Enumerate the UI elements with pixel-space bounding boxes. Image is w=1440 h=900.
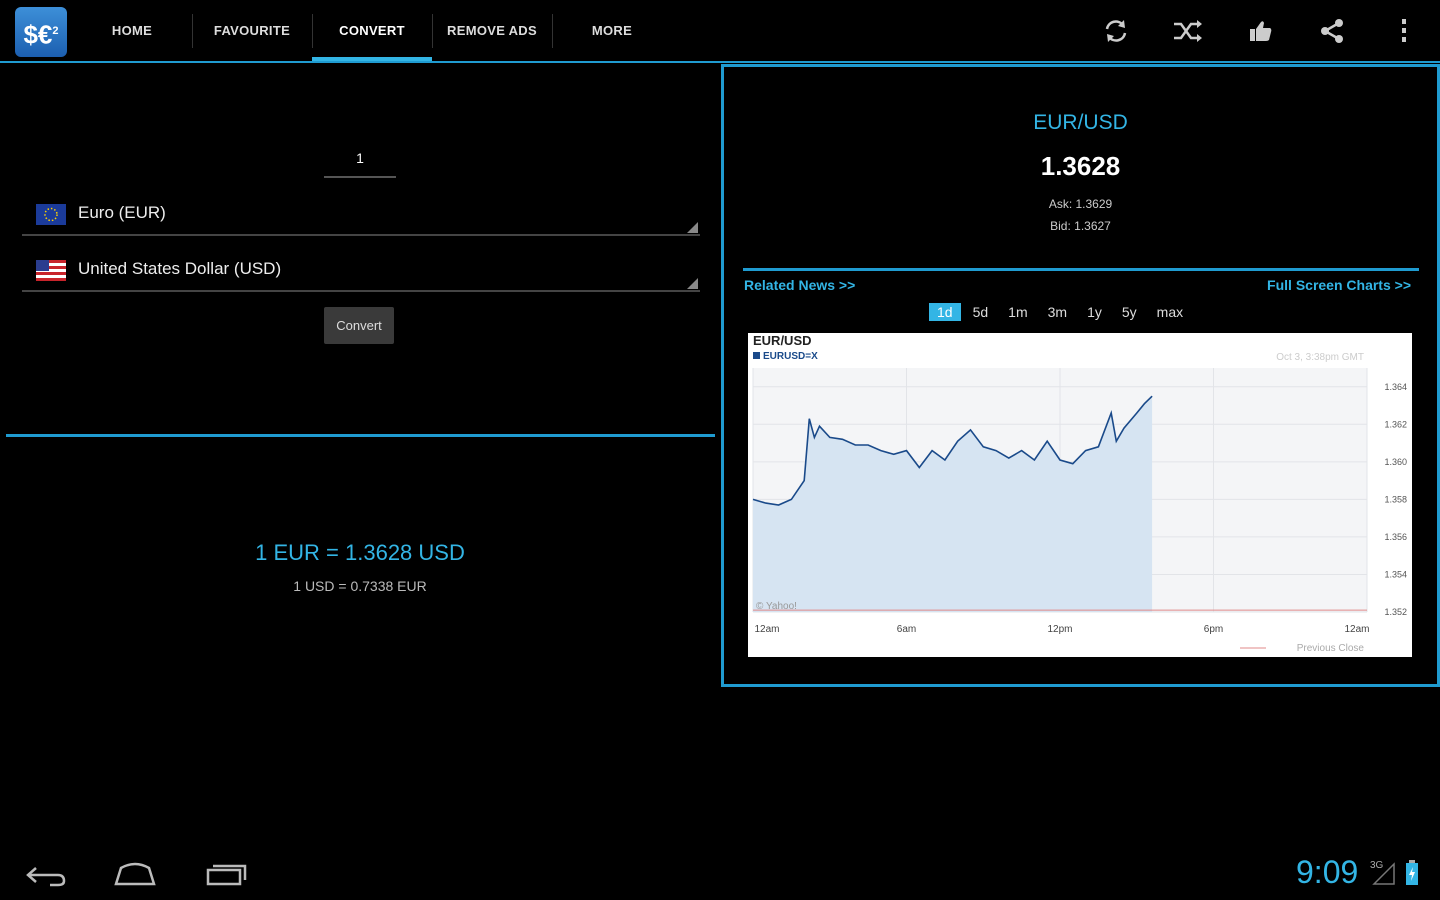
inverse-result: 1 USD = 0.7338 EUR [293,578,427,594]
from-currency-label: Euro (EUR) [78,203,166,222]
action-bar: $€2 HOME FAVOURITE CONVERT REMOVE ADS MO… [0,0,1440,62]
legend-swatch [753,352,760,359]
amount-input-underline [324,176,396,178]
x-axis-ticks: 12am 6am 12pm 6pm 12am [754,624,1369,635]
overflow-menu-icon[interactable] [1387,14,1421,48]
pair-rate: 1.3628 [1040,151,1121,181]
convert-button[interactable]: Convert [324,307,394,344]
signal-icon: 3G [1370,858,1398,889]
x-tick-label: 12pm [1047,624,1072,635]
shuffle-icon[interactable] [1171,14,1205,48]
pair-title: EUR/USD [1033,111,1128,134]
yahoo-watermark: © Yahoo! [756,601,797,612]
app-logo-sup: 2 [52,25,59,37]
spinner-underline [22,234,700,236]
y-tick-label: 1.354 [1384,569,1407,579]
tab-home[interactable]: HOME [72,0,192,62]
svg-text:3G: 3G [1370,860,1384,871]
action-bar-divider [0,61,1440,63]
y-tick-label: 1.352 [1384,607,1407,617]
spinner-triangle-icon [687,222,698,233]
tab-bar: HOME FAVOURITE CONVERT REMOVE ADS MORE [72,0,672,62]
y-tick-label: 1.360 [1384,457,1407,467]
refresh-icon[interactable] [1099,14,1133,48]
y-tick-label: 1.356 [1384,532,1407,542]
range-1m[interactable]: 1m [1000,303,1035,321]
y-tick-label: 1.362 [1384,419,1407,429]
spinner-triangle-icon [687,278,698,289]
range-5d[interactable]: 5d [965,303,997,321]
chart-title: EUR/USD [753,333,812,348]
us-flag-icon [36,260,66,281]
x-tick-label: 6pm [1204,624,1223,635]
from-currency-spinner[interactable]: Euro (EUR) [22,188,700,236]
share-icon[interactable] [1315,14,1349,48]
range-1y[interactable]: 1y [1079,303,1110,321]
related-news-link[interactable]: Related News >> [744,277,855,293]
legend-label: EURUSD=X [763,351,818,362]
range-selector: 1d 5d 1m 3m 1y 5y max [929,303,1191,321]
range-max[interactable]: max [1149,303,1191,321]
app-logo-text: $€ [23,19,53,50]
ask-price: Ask: 1.3629 [1048,197,1113,211]
recent-apps-icon[interactable] [205,858,249,892]
left-panel-divider [6,434,715,437]
thumbs-up-icon[interactable] [1243,14,1277,48]
battery-icon [1404,858,1420,889]
tab-more[interactable]: MORE [552,0,672,62]
y-axis-ticks: 1.364 1.362 1.360 1.358 1.356 1.354 1.352 [1384,382,1407,617]
amount-input[interactable]: 1 [324,150,396,166]
full-screen-charts-link[interactable]: Full Screen Charts >> [1267,277,1411,293]
quote-divider [743,268,1419,271]
tab-remove-ads[interactable]: REMOVE ADS [432,0,552,62]
bid-price: Bid: 1.3627 [1050,219,1111,233]
home-icon[interactable] [113,858,157,892]
eu-flag-icon [36,204,66,225]
app-logo-icon[interactable]: $€2 [15,7,67,57]
status-clock: 9:09 [1296,854,1359,890]
conversion-result: 1 EUR = 1.3628 USD [255,540,465,565]
back-icon[interactable] [24,858,68,892]
range-5y[interactable]: 5y [1114,303,1145,321]
range-3m[interactable]: 3m [1040,303,1075,321]
chart-timestamp: Oct 3, 3:38pm GMT [1276,352,1364,363]
prev-close-legend: Previous Close [1297,643,1365,654]
tab-convert[interactable]: CONVERT [312,0,432,62]
y-tick-label: 1.364 [1384,382,1407,392]
price-chart-svg: 1.364 1.362 1.360 1.358 1.356 1.354 1.352 12am… [752,333,1407,654]
y-tick-label: 1.358 [1384,494,1407,504]
to-currency-spinner[interactable]: United States Dollar (USD) [22,244,700,292]
price-chart[interactable]: 1.364 1.362 1.360 1.358 1.356 1.354 1.352 12am… [748,333,1412,657]
x-tick-label: 12am [754,624,779,635]
tab-favourite[interactable]: FAVOURITE [192,0,312,62]
spinner-underline [22,290,700,292]
x-tick-label: 12am [1344,624,1369,635]
to-currency-label: United States Dollar (USD) [78,259,282,278]
range-1d[interactable]: 1d [929,303,961,321]
x-tick-label: 6am [897,624,916,635]
